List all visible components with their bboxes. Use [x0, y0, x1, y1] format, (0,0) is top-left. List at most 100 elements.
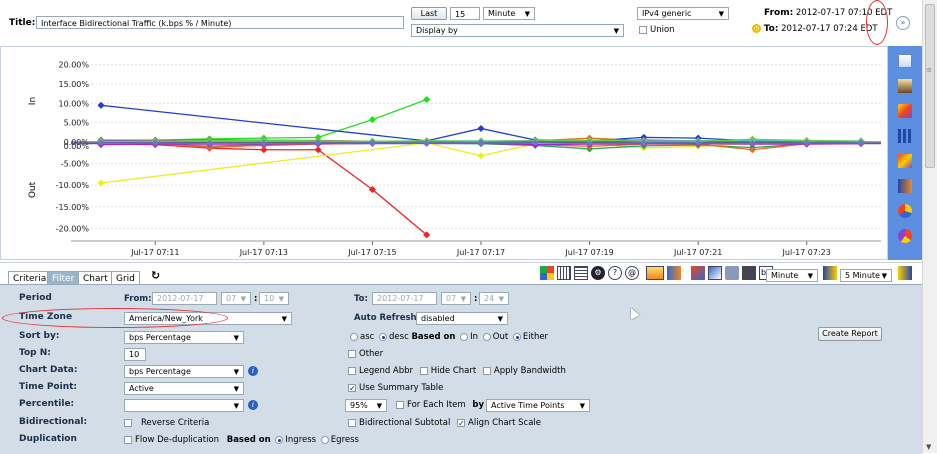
network-icon[interactable] [725, 266, 739, 280]
rows-icon[interactable] [574, 266, 588, 280]
summary-option: Use Summary Table [348, 381, 443, 395]
other-checkbox[interactable] [348, 350, 356, 358]
from-hour-select[interactable]: 07▼ [221, 292, 251, 305]
legend-abbr-label: Legend Abbr [359, 366, 413, 376]
info-icon[interactable]: i [248, 366, 258, 376]
tab-grid[interactable]: Grid [111, 271, 140, 285]
zoom-icon[interactable] [708, 266, 722, 280]
reverse-criteria-checkbox[interactable] [124, 419, 132, 427]
tab-filter[interactable]: Filter [47, 271, 79, 285]
from-date-input[interactable]: 2012-07-17 [152, 292, 217, 305]
either-radio[interactable] [513, 333, 521, 341]
area-chart-icon[interactable] [898, 54, 912, 68]
out-label: Out [493, 332, 508, 342]
for-each-item-checkbox[interactable] [396, 401, 404, 409]
in-tick-label: 20.00% [58, 61, 89, 70]
3d-bar-icon[interactable] [898, 154, 912, 168]
tab-criteria[interactable]: Criteria [8, 271, 51, 285]
title-input[interactable]: Interface Bidirectional Traffic (k.bps %… [36, 16, 404, 29]
3d-area-icon[interactable] [898, 104, 912, 118]
from-minute-select[interactable]: 10▼ [259, 292, 289, 305]
chevron-down-icon: ▼ [499, 293, 504, 305]
granularity-select[interactable]: Minute▼ [766, 269, 818, 282]
display-by-select[interactable]: Display by▼ [411, 24, 624, 37]
auto-refresh-value: disabled [421, 314, 455, 323]
create-report-button[interactable]: Create Report [818, 327, 882, 341]
chartdata-select[interactable]: bps Percentage▼ [124, 365, 244, 378]
3d-pie-icon[interactable] [898, 229, 912, 243]
union-checkbox-row[interactable]: Union [639, 25, 675, 35]
filter-panel: Period From: 2012-07-17 07▼ : 10▼ To: 20… [0, 284, 922, 454]
block-icon[interactable] [742, 266, 756, 280]
pct-select[interactable]: 95%▼ [345, 399, 387, 412]
last-button[interactable]: Last [411, 7, 447, 20]
step-forward-icon[interactable] [898, 266, 912, 280]
scroll-down-icon[interactable]: ▼ [926, 443, 931, 451]
tab-chart[interactable]: Chart [78, 271, 113, 285]
in-radio[interactable] [460, 333, 468, 341]
to-date-input[interactable]: 2012-07-17 [372, 292, 437, 305]
columns-icon[interactable] [557, 266, 571, 280]
ingress-radio[interactable] [275, 436, 283, 444]
percentile-row: Percentile: ▼ i 95%▼ For Each Item by Ac… [0, 398, 922, 412]
asc-radio[interactable] [350, 333, 358, 341]
chevron-down-icon: ▼ [234, 332, 239, 344]
x-tick-label: Jul-17 07:13 [239, 248, 288, 257]
hide-chart-checkbox[interactable] [420, 367, 428, 375]
bar-chart-icon[interactable] [898, 129, 912, 143]
legend-abbr-checkbox[interactable] [348, 367, 356, 375]
last-count-input[interactable]: 15 [450, 7, 480, 20]
annotation-circle [866, 0, 888, 45]
interval-value: 5 Minute [845, 271, 880, 280]
sortby-row: Sort by: bps Percentage▼ asc desc Based … [0, 330, 922, 344]
last-unit-select[interactable]: Minute▼ [483, 7, 535, 20]
timepoint-select[interactable]: Active▼ [124, 382, 244, 395]
percentile-select[interactable]: ▼ [124, 399, 244, 412]
egress-radio[interactable] [321, 436, 329, 444]
help-icon[interactable]: ? [608, 266, 622, 280]
stacked-area-icon[interactable] [898, 79, 912, 93]
interval-select[interactable]: 5 Minute▼ [840, 269, 892, 282]
bidir-subtotal-checkbox[interactable] [348, 419, 356, 427]
scrollbar-thumb[interactable] [925, 4, 935, 168]
sort-icon[interactable] [667, 266, 681, 280]
desc-radio[interactable] [379, 333, 387, 341]
page-scrollbar[interactable]: ≡ ▼ [922, 0, 937, 453]
export-icon[interactable] [646, 266, 664, 280]
stacked-bar-icon[interactable] [898, 179, 912, 193]
auto-refresh-select[interactable]: disabled▼ [416, 312, 508, 325]
marker-icon[interactable] [691, 266, 705, 280]
sortby-select[interactable]: bps Percentage▼ [124, 331, 244, 344]
pie-chart-icon[interactable] [898, 204, 912, 218]
info-icon[interactable]: @ [625, 266, 639, 280]
out-data-point [477, 152, 484, 159]
grip-icon: ≡ [926, 66, 932, 74]
info-icon[interactable]: i [248, 400, 258, 410]
grid-view-icon[interactable] [540, 266, 554, 280]
settings-gear-icon[interactable]: ⚙ [591, 266, 605, 280]
refresh-icon[interactable]: ↻ [151, 269, 160, 282]
out-radio[interactable] [483, 333, 491, 341]
union-checkbox[interactable] [639, 26, 647, 34]
chevron-down-icon: ▼ [614, 25, 619, 37]
chevron-down-icon: ▼ [241, 293, 246, 305]
bidirectional-label: Bidirectional: [19, 417, 87, 427]
apply-bandwidth-checkbox[interactable] [483, 367, 491, 375]
traffic-chart: 20.00%15.00%10.00%5.00%0.00%-5.00%-10.00… [1, 47, 887, 259]
bidirectional-row: Bidirectional: Reverse Criteria Bidirect… [0, 416, 922, 430]
use-summary-label: Use Summary Table [359, 383, 443, 393]
step-back-icon[interactable] [823, 266, 837, 280]
apply-bandwidth-label: Apply Bandwidth [494, 366, 566, 376]
time-points-value: Active Time Points [491, 401, 564, 410]
align-scale-checkbox[interactable] [457, 419, 465, 427]
to-hour-select[interactable]: 07▼ [441, 292, 471, 305]
flow-dedup-checkbox[interactable] [124, 436, 132, 444]
use-summary-checkbox[interactable] [348, 384, 356, 392]
topn-input[interactable]: 10 [124, 348, 146, 361]
collapse-header-icon[interactable]: » [896, 16, 910, 30]
ip-version-select[interactable]: IPv4 generic▼ [637, 7, 729, 20]
time-points-select[interactable]: Active Time Points▼ [486, 399, 590, 412]
to-minute-select[interactable]: 24▼ [479, 292, 509, 305]
duplication-row: Duplication Flow De-duplication Based on… [0, 433, 922, 447]
chart-options: Legend Abbr Hide Chart Apply Bandwidth [348, 364, 566, 378]
